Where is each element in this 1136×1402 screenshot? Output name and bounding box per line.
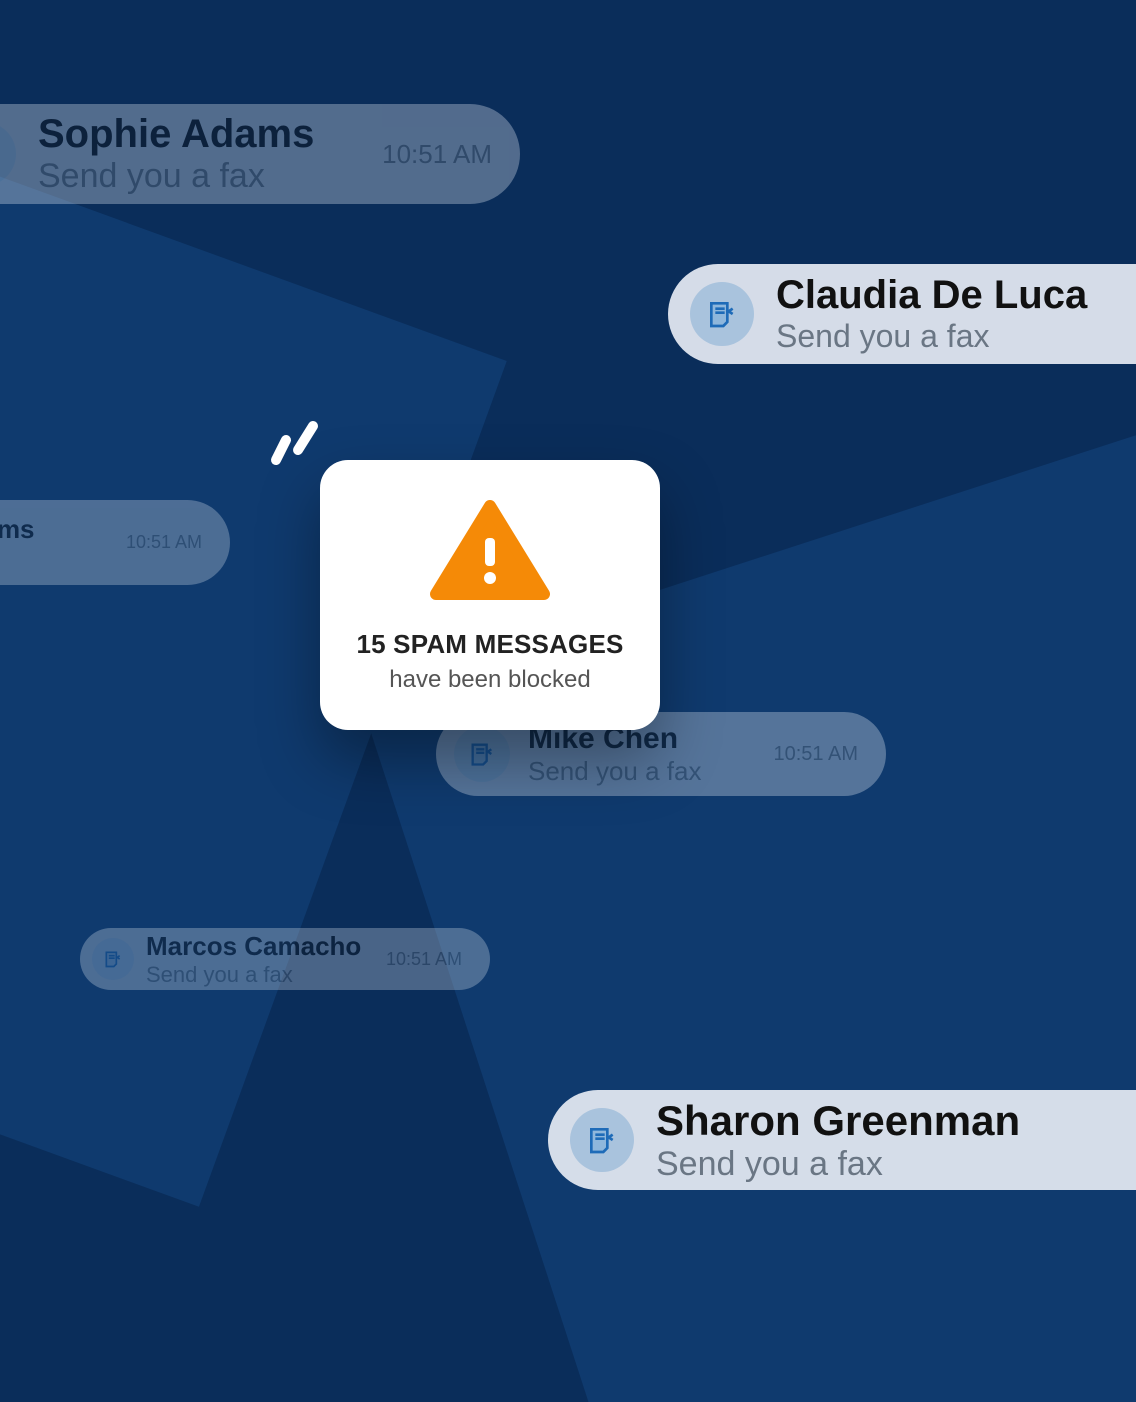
sender-name: Sophie Adams (38, 112, 354, 157)
sender-name: Claudia De Luca (776, 273, 1136, 318)
fax-icon (690, 282, 754, 346)
fax-icon (92, 938, 134, 980)
notification-text: Sharon Greenman Send you a fax (656, 1097, 1136, 1184)
spark-accent-icon (258, 410, 328, 480)
notification-time: 10:51 AM (773, 743, 858, 766)
fax-icon (454, 726, 510, 782)
notification-subtitle: you a fax (0, 545, 112, 571)
notification-text: Sophie Adams Send you a fax (38, 112, 354, 196)
alert-title: 15 SPAM MESSAGES (348, 629, 632, 660)
notification-time: 10:51 AM (386, 949, 462, 970)
sender-name: Marcos Camacho (146, 931, 372, 962)
notification-text: Mike Chen Send you a fax (528, 722, 755, 787)
fax-icon (0, 122, 16, 186)
notification-card[interactable]: Claudia De Luca Send you a fax (668, 264, 1136, 364)
alert-subtitle: have been blocked (348, 666, 632, 694)
notification-text: Claudia De Luca Send you a fax (776, 273, 1136, 355)
notification-text: nie Adams you a fax (0, 500, 112, 585)
fax-icon (570, 1108, 634, 1172)
notification-time: 10:51 AM (126, 532, 202, 553)
warning-icon (430, 500, 550, 600)
notification-subtitle: Send you a fax (146, 962, 372, 988)
notification-subtitle: Send you a fax (776, 318, 1136, 355)
notification-subtitle: Send you a fax (38, 157, 354, 196)
sender-name: Sharon Greenman (656, 1097, 1136, 1145)
notification-subtitle: Send you a fax (528, 756, 755, 787)
notification-card[interactable]: Sophie Adams Send you a fax 10:51 AM (0, 104, 520, 204)
notification-text: Marcos Camacho Send you a fax (146, 931, 372, 988)
notification-time: 10:51 AM (382, 139, 492, 170)
spam-alert-card: 15 SPAM MESSAGES have been blocked (320, 460, 660, 730)
notification-card[interactable]: Marcos Camacho Send you a fax 10:51 AM (80, 928, 490, 990)
notification-card[interactable]: Sharon Greenman Send you a fax (548, 1090, 1136, 1190)
notification-card[interactable]: nie Adams you a fax 10:51 AM (0, 500, 230, 585)
notification-subtitle: Send you a fax (656, 1145, 1136, 1184)
sender-name: nie Adams (0, 514, 112, 545)
